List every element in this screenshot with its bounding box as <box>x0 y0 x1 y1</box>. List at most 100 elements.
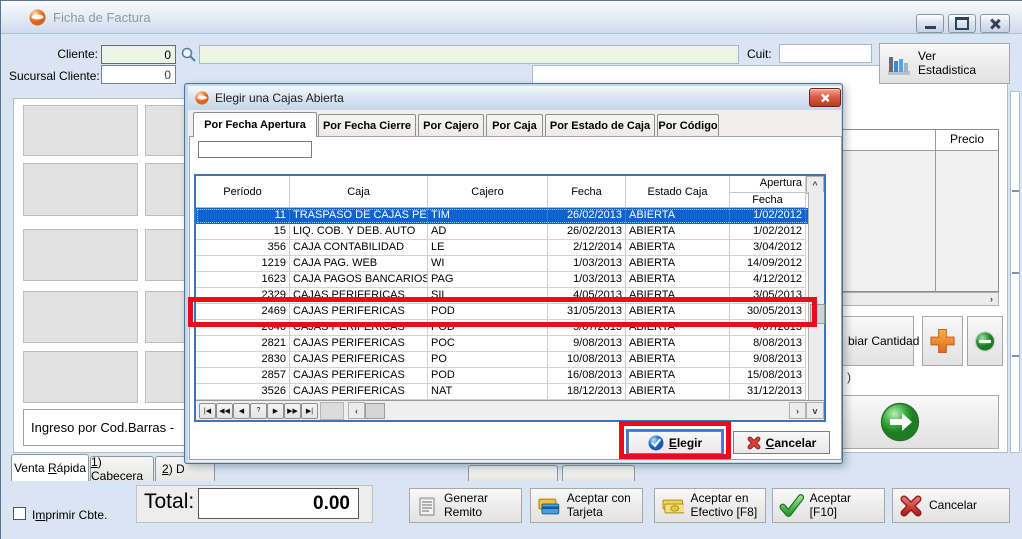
nav-search-button[interactable]: ? <box>250 403 267 419</box>
table-cell[interactable]: 14/09/2012 <box>730 256 806 272</box>
table-cell[interactable]: 1/02/2012 <box>730 208 806 224</box>
table-cell[interactable]: 3526 <box>196 384 290 400</box>
quick-item-button[interactable] <box>23 105 138 156</box>
table-cell[interactable]: 2830 <box>196 352 290 368</box>
table-cell[interactable]: 15/08/2013 <box>730 368 806 384</box>
table-cell[interactable]: CAJA PAGOS BANCARIOS <box>290 272 428 288</box>
table-cell[interactable]: CAJA CONTABILIDAD <box>290 240 428 256</box>
table-row[interactable]: 1219CAJA PAG. WEBWI1/03/2013ABIERTA14/09… <box>196 256 824 272</box>
table-cell[interactable]: 2821 <box>196 336 290 352</box>
hscroll-left-button[interactable]: ‹ <box>348 402 365 419</box>
table-cell[interactable]: 18/12/2013 <box>548 384 626 400</box>
table-row[interactable]: 3526CAJAS PERIFERICASNAT18/12/2013ABIERT… <box>196 384 824 400</box>
cliente-code-input[interactable] <box>101 45 176 64</box>
table-cell[interactable]: 9/08/2013 <box>730 352 806 368</box>
table-cell[interactable]: 1/02/2012 <box>730 224 806 240</box>
table-row[interactable]: 2821CAJAS PERIFERICASPOC9/08/2013ABIERTA… <box>196 336 824 352</box>
column-header[interactable]: Estado Caja <box>626 176 730 208</box>
table-cell[interactable]: 9/08/2013 <box>548 336 626 352</box>
cuit-input[interactable] <box>779 44 872 63</box>
table-cell[interactable]: AD <box>428 224 548 240</box>
table-cell[interactable]: POD <box>428 368 548 384</box>
table-cell[interactable]: ABIERTA <box>626 352 730 368</box>
filter-input[interactable] <box>198 141 312 158</box>
aceptar-button[interactable]: Aceptar [F10] <box>772 488 885 523</box>
table-row[interactable]: 2857CAJAS PERIFERICASPOD16/08/2013ABIERT… <box>196 368 824 384</box>
table-cell[interactable]: CAJAS PERIFERICAS <box>290 336 428 352</box>
table-cell[interactable]: 31/12/2013 <box>730 384 806 400</box>
sucursal-input[interactable] <box>101 65 176 84</box>
table-cell[interactable]: CAJA PAG. WEB <box>290 256 428 272</box>
table-cell[interactable]: 2/12/2014 <box>548 240 626 256</box>
table-cell[interactable]: ABIERTA <box>626 240 730 256</box>
column-header[interactable]: Fecha <box>548 176 626 208</box>
aceptar-efectivo-button[interactable]: Aceptar en Efectivo [F8] <box>654 488 766 523</box>
tab-venta-rapida[interactable]: Venta Rápida <box>11 454 89 481</box>
cliente-nombre-input[interactable] <box>199 45 739 64</box>
table-cell[interactable]: WI <box>428 256 548 272</box>
table-cell[interactable]: CAJAS PERIFERICAS <box>290 352 428 368</box>
dialog-tab-por-fecha-cierre[interactable]: Por Fecha Cierre <box>318 114 416 137</box>
nav-next-button[interactable]: ▶ <box>267 403 284 419</box>
hscroll-right-button[interactable]: › <box>789 402 806 419</box>
imprimir-checkbox[interactable] <box>13 507 26 520</box>
minimize-button[interactable] <box>916 14 944 33</box>
table-cell[interactable]: 1/03/2013 <box>548 272 626 288</box>
table-cell[interactable]: 3/04/2012 <box>730 240 806 256</box>
nav-last-button[interactable]: ▶| <box>301 403 318 419</box>
remove-quantity-button[interactable] <box>967 316 1003 366</box>
table-cell[interactable]: 16/08/2013 <box>548 368 626 384</box>
tab-cabecera[interactable]: 1) Cabecera <box>90 456 154 481</box>
table-cell[interactable]: ABIERTA <box>626 208 730 224</box>
cancelar-button[interactable]: Cancelar <box>892 488 1010 523</box>
table-cell[interactable]: CAJAS PERIFERICAS <box>290 384 428 400</box>
nav-next-page-button[interactable]: ▶▶ <box>284 403 301 419</box>
nav-prev-page-button[interactable]: ◀◀ <box>216 403 233 419</box>
generar-remito-button[interactable]: Generar Remito <box>409 488 522 523</box>
quick-item-button[interactable] <box>23 351 138 403</box>
table-row[interactable]: 11TRASPASO DE CAJAS PERTIM26/02/2013ABIE… <box>196 208 824 224</box>
scroll-down-button[interactable]: v <box>806 402 824 419</box>
table-cell[interactable]: LE <box>428 240 548 256</box>
column-header[interactable]: Período <box>196 176 290 208</box>
tab-stub[interactable] <box>468 465 558 481</box>
table-cell[interactable]: NAT <box>428 384 548 400</box>
vertical-scrollbar[interactable] <box>808 192 824 400</box>
ver-estadistica-button[interactable]: Ver Estadistica <box>879 43 1010 84</box>
precio-hscroll[interactable]: › <box>842 292 999 306</box>
column-header[interactable]: Cajero <box>428 176 548 208</box>
table-cell[interactable]: ABIERTA <box>626 368 730 384</box>
table-cell[interactable]: 4/12/2012 <box>730 272 806 288</box>
table-cell[interactable]: POC <box>428 336 548 352</box>
table-cell[interactable]: 26/02/2013 <box>548 224 626 240</box>
nav-first-button[interactable]: |◀ <box>199 403 216 419</box>
dialog-tab-por-caja[interactable]: Por Caja <box>486 114 543 137</box>
table-cell[interactable]: 1623 <box>196 272 290 288</box>
table-cell[interactable]: ABIERTA <box>626 224 730 240</box>
table-cell[interactable]: 15 <box>196 224 290 240</box>
hscroll-thumb[interactable] <box>365 403 385 419</box>
table-cell[interactable]: 11 <box>196 208 290 224</box>
table-row[interactable]: 2830CAJAS PERIFERICASPO10/08/2013ABIERTA… <box>196 352 824 368</box>
table-cell[interactable]: TRASPASO DE CAJAS PER <box>290 208 428 224</box>
dialog-tab-por-fecha-apertura[interactable]: Por Fecha Apertura <box>193 112 317 137</box>
table-cell[interactable]: 10/08/2013 <box>548 352 626 368</box>
tab-stub[interactable] <box>562 465 635 481</box>
table-cell[interactable]: PO <box>428 352 548 368</box>
maximize-button[interactable] <box>948 14 976 33</box>
quick-item-button[interactable] <box>23 163 138 216</box>
table-row[interactable]: 15LIQ. COB. Y DEB. AUTOAD26/02/2013ABIER… <box>196 224 824 240</box>
table-cell[interactable]: 1219 <box>196 256 290 272</box>
quick-item-button[interactable] <box>23 291 138 343</box>
column-header-apertura[interactable]: Apertura Fecha <box>730 176 806 208</box>
table-cell[interactable]: ABIERTA <box>626 272 730 288</box>
table-row[interactable]: 1623CAJA PAGOS BANCARIOSPAG1/03/2013ABIE… <box>196 272 824 288</box>
table-cell[interactable]: 2857 <box>196 368 290 384</box>
table-cell[interactable]: ABIERTA <box>626 256 730 272</box>
dialog-tab-por-estado-de-caja[interactable]: Por Estado de Caja <box>545 114 655 137</box>
table-cell[interactable]: 356 <box>196 240 290 256</box>
table-cell[interactable]: ABIERTA <box>626 336 730 352</box>
table-cell[interactable]: 1/03/2013 <box>548 256 626 272</box>
close-button[interactable] <box>980 14 1010 33</box>
column-header[interactable]: Caja <box>290 176 428 208</box>
